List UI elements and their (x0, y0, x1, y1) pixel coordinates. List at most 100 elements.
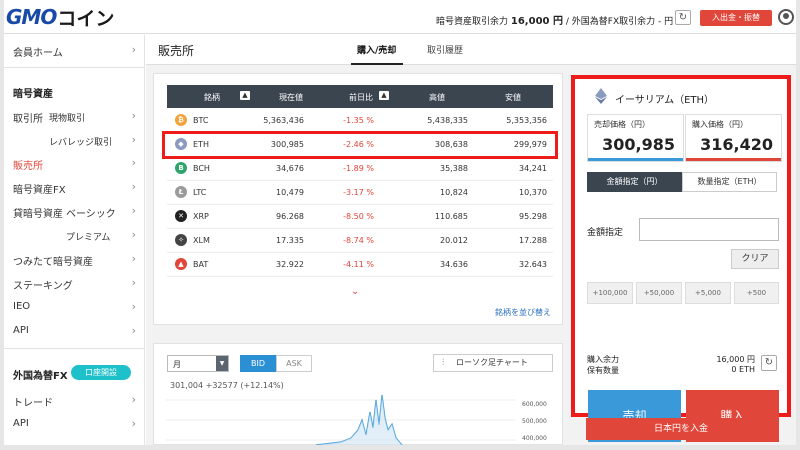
quick-add-100000-button[interactable]: +100,000 (587, 282, 633, 304)
open-account-button[interactable]: 口座開設 (71, 365, 131, 380)
top-header: GMO コイン 暗号資産取引余力 16,000 円 / 外国為替FX取引余力 -… (0, 0, 800, 34)
sidebar-item-member-home[interactable]: 会員ホーム › (4, 40, 145, 60)
sidebar-heading-crypto: 暗号資産 (13, 89, 53, 100)
mode-quantity-toggle[interactable]: 数量指定（ETH） (682, 172, 777, 192)
price-cell: 5,363,436 (263, 116, 304, 125)
buying-power-label: 購入余力 (587, 355, 619, 364)
sidebar-item-lending-basic[interactable]: 貸暗号資産 ベーシック › (4, 201, 145, 221)
bid-toggle[interactable]: BID (240, 355, 276, 372)
chevron-right-icon: › (131, 204, 136, 217)
page-title: 販売所 (158, 44, 195, 58)
column-header-change[interactable]: 前日比 (349, 92, 373, 103)
sidebar-item-label: つみたて暗号資産 (13, 257, 93, 268)
sell-price-value: 300,985 (602, 135, 675, 154)
page-topbar: 販売所 購入/売却 取引履歴 (146, 35, 796, 65)
symbol-cell: XLM (193, 236, 210, 245)
low-cell: 95.298 (519, 212, 547, 221)
sidebar: 会員ホーム › 暗号資産 取引所 現物取引 › レバレッジ取引 › 販売所 › … (4, 35, 145, 445)
sidebar-divider (4, 348, 145, 349)
deposit-jpy-button[interactable]: 日本円を入金 (586, 418, 776, 440)
chevron-down-icon[interactable]: ⌄ (351, 286, 359, 297)
low-cell: 32.643 (519, 260, 547, 269)
active-tab-indicator (351, 63, 403, 65)
reorder-symbols-link[interactable]: 銘柄を並び替え (495, 307, 551, 318)
sell-price-label: 売却価格（円） (594, 120, 650, 129)
balance-refresh-icon[interactable]: ↻ (761, 355, 777, 371)
sidebar-item-crypto-fx[interactable]: 暗号資産FX › (4, 177, 145, 197)
sidebar-item-staking[interactable]: ステーキング › (4, 273, 145, 293)
ask-toggle[interactable]: ASK (276, 355, 312, 372)
clear-button[interactable]: クリア (731, 249, 779, 269)
table-row-bch[interactable]: B BCH 34,676 -1.89 % 35,388 34,241 (167, 157, 553, 181)
table-row-ltc[interactable]: Ł LTC 10,479 -3.17 % 10,824 10,370 (167, 181, 553, 205)
sidebar-item-label: 暗号資産FX (13, 185, 66, 196)
low-cell: 10,370 (519, 188, 547, 197)
quick-add-50000-button[interactable]: +50,000 (636, 282, 682, 304)
price-chart[interactable] (166, 390, 516, 445)
column-header-symbol[interactable]: 銘柄 (204, 92, 220, 103)
table-row-xrp[interactable]: ✕ XRP 96.268 -8.50 % 110.685 95.298 (167, 205, 553, 229)
sidebar-item-label: トレード (13, 398, 53, 409)
logo-coin: コイン (57, 7, 115, 30)
user-account-icon[interactable] (778, 9, 794, 25)
column-header-price: 現在値 (279, 93, 303, 102)
sidebar-item-api[interactable]: API › (4, 321, 145, 341)
sidebar-item-label: API (13, 325, 29, 336)
chart-period-select[interactable]: 月 ▼ (167, 355, 229, 372)
xrp-icon: ✕ (175, 210, 187, 222)
header-refresh-icon[interactable]: ↻ (675, 10, 691, 25)
table-row-xlm[interactable]: ✧ XLM 17.335 -8.74 % 20.012 17.288 (167, 229, 553, 253)
xlm-icon: ✧ (175, 234, 187, 246)
sidebar-item-sales[interactable]: 販売所 › (4, 153, 145, 173)
high-cell: 34.636 (440, 260, 468, 269)
price-cell: 17.335 (276, 236, 304, 245)
main-content: 販売所 購入/売却 取引履歴 銘柄 ▲ 現在値 前日比 ▲ 高値 安値 ₿ BTC… (146, 35, 796, 445)
sort-icon[interactable]: ▲ (379, 91, 389, 100)
y-axis-label: 400,000 (522, 435, 547, 442)
candlestick-icon: ⫶ (442, 358, 445, 368)
change-cell: -4.11 % (343, 260, 374, 269)
high-cell: 10,824 (440, 188, 468, 197)
sidebar-item-label: プレミアム (66, 233, 111, 243)
sidebar-item-fx-api[interactable]: API › (4, 414, 145, 434)
chevron-right-icon: › (131, 276, 136, 289)
sidebar-item-label: 現物取引 (49, 114, 86, 124)
candlestick-chart-button[interactable]: ⫶ ローソク足チャート (433, 354, 553, 372)
sidebar-item-label: 会員ホーム (13, 48, 63, 59)
table-row-btc[interactable]: ₿ BTC 5,363,436 -1.35 % 5,438,335 5,353,356 (167, 109, 553, 133)
fx-balance-label: 外国為替FX取引余力 - (571, 17, 662, 27)
sidebar-item-exchange[interactable]: 取引所 現物取引 › (4, 106, 145, 126)
coin-name: イーサリアム（ETH） (615, 95, 715, 106)
sort-icon[interactable]: ▲ (240, 91, 250, 100)
low-cell: 5,353,356 (506, 116, 547, 125)
sell-price-bar (588, 158, 683, 161)
sidebar-item-lending-premium[interactable]: プレミアム › (4, 225, 145, 245)
balance-separator: / (565, 17, 569, 27)
deposit-transfer-button[interactable]: 入出金・振替 (700, 10, 772, 26)
sidebar-item-trade[interactable]: トレード › (4, 390, 145, 410)
sidebar-item-tsumitate[interactable]: つみたて暗号資産 › (4, 249, 145, 269)
sidebar-item-label: API (13, 418, 29, 429)
tab-buy-sell[interactable]: 購入/売却 (357, 43, 396, 56)
symbol-cell: BCH (193, 164, 210, 173)
price-cell: 32.922 (276, 260, 304, 269)
gmo-coin-logo[interactable]: GMO コイン (6, 5, 115, 30)
sidebar-item-leverage[interactable]: レバレッジ取引 › (4, 130, 145, 150)
quick-add-500-button[interactable]: +500 (734, 282, 779, 304)
symbol-cell: BAT (193, 260, 209, 269)
table-row-bat[interactable]: ▲ BAT 32.922 -4.11 % 34.636 32.643 (167, 253, 553, 277)
column-header-high: 高値 (429, 93, 445, 102)
quick-add-5000-button[interactable]: +5,000 (685, 282, 731, 304)
change-cell: -1.89 % (343, 164, 374, 173)
btc-icon: ₿ (175, 114, 187, 126)
buy-price-bar (686, 158, 781, 161)
tab-trade-history[interactable]: 取引履歴 (427, 43, 463, 56)
amount-input[interactable] (639, 218, 779, 241)
mode-amount-toggle[interactable]: 金額指定（円） (587, 172, 682, 192)
sell-price-box: 売却価格（円） 300,985 (587, 114, 684, 162)
chevron-down-icon: ▼ (216, 356, 228, 371)
sidebar-item-ieo[interactable]: IEO › (4, 297, 145, 317)
symbol-cell: XRP (193, 212, 209, 221)
holding-value: 0 ETH (731, 365, 755, 374)
eth-row-highlight (162, 131, 558, 159)
